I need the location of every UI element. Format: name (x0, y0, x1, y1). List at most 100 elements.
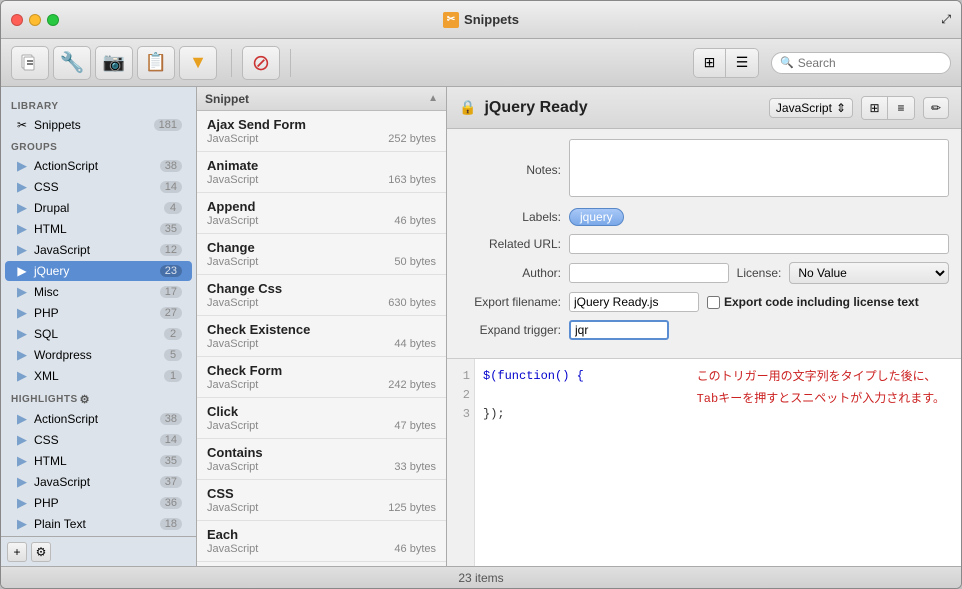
sidebar-item-hl-actionscript[interactable]: ▶ ActionScript 38 (5, 409, 192, 429)
expand-trigger-input[interactable] (569, 320, 669, 340)
grid-view-button[interactable]: ⊞ (694, 49, 726, 77)
jquery-count: 23 (160, 265, 182, 277)
sidebar-item-html[interactable]: ▶ HTML 35 (5, 219, 192, 239)
snippet-name: Append (207, 199, 436, 214)
snippet-meta: JavaScript 33 bytes (207, 461, 436, 473)
snippet-name: Animate (207, 158, 436, 173)
line-number: 1 (451, 367, 470, 386)
sidebar-item-hl-plaintext[interactable]: ▶ Plain Text 18 (5, 514, 192, 534)
folder-icon-html: ▶ (15, 222, 29, 236)
folder-icon-jquery: ▶ (15, 264, 29, 278)
clipboard-button[interactable]: 📋 (137, 46, 175, 80)
toolbar: 🔧 📷 📋 ▼ ⊘ ⊞ ☰ 🔍 (1, 39, 961, 87)
list-item[interactable]: Animate JavaScript 163 bytes (197, 152, 446, 193)
filter-button[interactable]: ▼ (179, 46, 217, 80)
snippet-name: Check Existence (207, 322, 436, 337)
highlights-gear-icon[interactable]: ⚙ (80, 393, 90, 406)
list-item[interactable]: CSS JavaScript 125 bytes (197, 480, 446, 521)
groups-header: GROUPS (1, 136, 196, 155)
sidebar-item-actionscript[interactable]: ▶ ActionScript 38 (5, 156, 192, 176)
sidebar-item-jquery[interactable]: ▶ jQuery 23 (5, 261, 192, 281)
main-area: LIBRARY ✂ Snippets 181 GROUPS ▶ ActionSc… (1, 87, 961, 566)
expand-trigger-field (569, 320, 949, 340)
camera-button[interactable]: 📷 (95, 46, 133, 80)
snippet-meta: JavaScript 47 bytes (207, 420, 436, 432)
actionscript-label: ActionScript (34, 159, 160, 173)
detail-edit-button[interactable]: ✏ (923, 97, 949, 119)
sidebar-item-hl-php[interactable]: ▶ PHP 36 (5, 493, 192, 513)
sidebar-item-xml[interactable]: ▶ XML 1 (5, 366, 192, 386)
snippet-meta: JavaScript 252 bytes (207, 133, 436, 145)
notes-textarea[interactable] (569, 139, 949, 197)
css-label: CSS (34, 180, 160, 194)
list-item[interactable]: Check Form JavaScript 242 bytes (197, 357, 446, 398)
code-line (483, 386, 673, 405)
export-filename-label: Export filename: (459, 295, 569, 309)
author-input[interactable] (569, 263, 729, 283)
label-tag[interactable]: jquery (569, 208, 624, 226)
sidebar-item-drupal[interactable]: ▶ Drupal 4 (5, 198, 192, 218)
hl-html-count: 35 (160, 455, 182, 467)
list-item[interactable]: Check Existence JavaScript 44 bytes (197, 316, 446, 357)
detail-list-view-button[interactable]: ≡ (888, 97, 914, 119)
gear-button[interactable]: ⚙ (31, 542, 51, 562)
misc-label: Misc (34, 285, 160, 299)
actionscript-count: 38 (160, 160, 182, 172)
sidebar-item-wordpress[interactable]: ▶ Wordpress 5 (5, 345, 192, 365)
new-snippet-icon (19, 52, 41, 74)
edit-button[interactable]: 🔧 (53, 46, 91, 80)
language-selector[interactable]: JavaScript ⇕ (769, 98, 853, 118)
sidebar-item-hl-css[interactable]: ▶ CSS 14 (5, 430, 192, 450)
toolbar-main-group: 🔧 📷 📋 ▼ (11, 46, 217, 80)
detail-columns-view-button[interactable]: ⊞ (862, 97, 888, 119)
folder-icon-hl-css: ▶ (15, 433, 29, 447)
close-button[interactable] (11, 14, 23, 26)
list-item[interactable]: Append JavaScript 46 bytes (197, 193, 446, 234)
snippets-count: 181 (154, 119, 182, 131)
php-count: 27 (160, 307, 182, 319)
minimize-button[interactable] (29, 14, 41, 26)
code-content[interactable]: $(function() { }); (475, 359, 681, 566)
snippet-meta: JavaScript 44 bytes (207, 338, 436, 350)
list-item[interactable]: Contains JavaScript 33 bytes (197, 439, 446, 480)
search-box[interactable]: 🔍 (771, 52, 951, 74)
sidebar-item-css[interactable]: ▶ CSS 14 (5, 177, 192, 197)
sidebar-item-misc[interactable]: ▶ Misc 17 (5, 282, 192, 302)
expand-trigger-row: Expand trigger: (459, 320, 949, 340)
wordpress-count: 5 (164, 349, 182, 361)
list-item[interactable]: Change Css JavaScript 630 bytes (197, 275, 446, 316)
list-item[interactable]: Change JavaScript 50 bytes (197, 234, 446, 275)
snippets-icon: ✂ (15, 118, 29, 132)
snippet-meta: JavaScript 125 bytes (207, 502, 436, 514)
sidebar-item-php[interactable]: ▶ PHP 27 (5, 303, 192, 323)
sidebar-item-sql[interactable]: ▶ SQL 2 (5, 324, 192, 344)
export-check-label[interactable]: Export code including license text (707, 295, 919, 309)
add-button[interactable]: + (7, 542, 27, 562)
snippet-name: Click (207, 404, 436, 419)
export-filename-input[interactable] (569, 292, 699, 312)
sidebar-item-snippets[interactable]: ✂ Snippets 181 (5, 115, 192, 135)
search-input[interactable] (798, 56, 942, 70)
sidebar-item-hl-html[interactable]: ▶ HTML 35 (5, 451, 192, 471)
new-snippet-button[interactable] (11, 46, 49, 80)
css-count: 14 (160, 181, 182, 193)
stop-button[interactable]: ⊘ (242, 46, 280, 80)
export-check-checkbox[interactable] (707, 296, 720, 309)
sidebar-item-javascript[interactable]: ▶ JavaScript 12 (5, 240, 192, 260)
list-item[interactable]: Ajax Send Form JavaScript 252 bytes (197, 111, 446, 152)
list-item[interactable]: Click JavaScript 47 bytes (197, 398, 446, 439)
related-url-input[interactable] (569, 234, 949, 254)
folder-icon-javascript: ▶ (15, 243, 29, 257)
hl-plaintext-count: 18 (160, 518, 182, 530)
license-select[interactable]: No Value (789, 262, 949, 284)
sidebar-footer: + ⚙ (1, 536, 196, 566)
wordpress-label: Wordpress (34, 348, 164, 362)
hl-html-label: HTML (34, 454, 160, 468)
list-view-button[interactable]: ☰ (726, 49, 758, 77)
sidebar-item-hl-javascript[interactable]: ▶ JavaScript 37 (5, 472, 192, 492)
code-line: $(function() { (483, 367, 673, 386)
list-item[interactable]: Each JavaScript 46 bytes (197, 521, 446, 562)
maximize-button[interactable] (47, 14, 59, 26)
export-filename-field: Export code including license text (569, 292, 949, 312)
labels-row: Labels: jquery (459, 208, 949, 226)
